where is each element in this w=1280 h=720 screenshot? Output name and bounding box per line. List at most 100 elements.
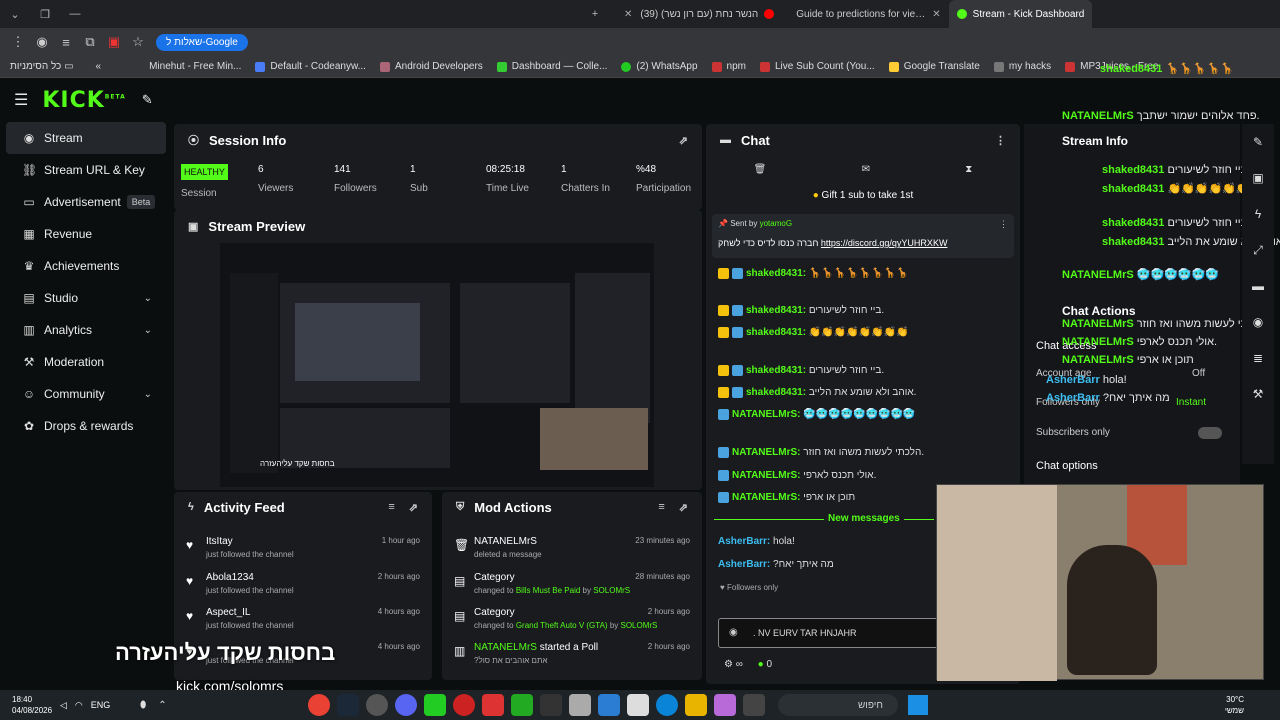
- bookmark-6[interactable]: Live Sub Count (You...: [760, 61, 875, 72]
- google-search-pill[interactable]: שאלות ל-Google: [156, 33, 248, 51]
- bookmark-8[interactable]: my hacks: [993, 61, 1051, 72]
- kick-logo[interactable]: KICKBETA: [42, 88, 125, 113]
- overlay-message: AsherBarr hola!: [1046, 374, 1127, 386]
- chat-icon[interactable]: ▬: [1242, 268, 1274, 304]
- discord-icon[interactable]: [394, 694, 417, 716]
- broadcast-icon[interactable]: ◉: [1242, 304, 1274, 340]
- sidebar-item-studio[interactable]: ▤ Studio ⌄: [6, 282, 166, 314]
- app-icon[interactable]: [452, 694, 475, 716]
- edge-icon[interactable]: [655, 694, 678, 716]
- filter-icon[interactable]: ≡: [388, 501, 394, 513]
- camera-icon[interactable]: ▣: [1242, 160, 1274, 196]
- discord-link[interactable]: https://discord.gg/qyYUHRXKW: [821, 238, 948, 248]
- sidebar-item-analytics[interactable]: ▥ Analytics ⌄: [6, 314, 166, 346]
- steam-icon[interactable]: [336, 694, 359, 716]
- app-icon[interactable]: [626, 694, 649, 716]
- bookmark-star-icon[interactable]: ☆: [126, 30, 150, 54]
- lightning-icon[interactable]: ϟ: [1242, 196, 1274, 232]
- filter-icon[interactable]: ≡: [658, 501, 664, 513]
- more-icon[interactable]: ⋮: [995, 134, 1006, 147]
- bookmark-0[interactable]: Minehut - Free Min...: [149, 61, 241, 72]
- reading-list-icon[interactable]: ≡: [54, 30, 78, 54]
- app-icon[interactable]: [568, 694, 591, 716]
- play-icon[interactable]: [423, 694, 446, 716]
- extension-icon[interactable]: ▣: [102, 30, 126, 54]
- sidebar-item-achievements[interactable]: ♛ Achievements: [6, 250, 166, 282]
- bookmark-4[interactable]: (2) WhatsApp: [621, 61, 698, 72]
- broadcast-icon: ⦿: [188, 135, 199, 147]
- sidebar-item-moderation[interactable]: ⚒ Moderation: [6, 346, 166, 378]
- sidebar-item-revenue[interactable]: ▦ Revenue: [6, 218, 166, 250]
- analytics-icon: ▥: [23, 323, 35, 337]
- window-restore-icon[interactable]: ❐: [30, 0, 60, 28]
- mic-icon[interactable]: ⬮: [140, 700, 146, 711]
- list-icon[interactable]: ≣: [1242, 340, 1274, 376]
- extensions-icon[interactable]: ⧉: [78, 30, 102, 54]
- sidebar-item-drops[interactable]: ✿ Drops & rewards: [6, 410, 166, 442]
- stream-preview-video[interactable]: בחסות שקד עליהעזרה: [220, 243, 654, 487]
- popout-icon[interactable]: ⇗: [679, 134, 688, 147]
- app-icon[interactable]: [597, 694, 620, 716]
- ad-icon: ▭: [23, 195, 35, 209]
- hammer-icon[interactable]: ⚒: [1242, 376, 1274, 412]
- more-icon[interactable]: ⋮: [999, 219, 1008, 230]
- folder-icon: [993, 61, 1004, 72]
- bookmark-5[interactable]: npm: [711, 61, 746, 72]
- sidebar-item-stream[interactable]: ◉ Stream: [6, 122, 166, 154]
- sidebar-item-community[interactable]: ☺ Community ⌄: [6, 378, 166, 410]
- new-tab-icon[interactable]: +: [580, 0, 610, 28]
- tab-kick-dashboard[interactable]: Stream - Kick Dashboard: [948, 0, 1093, 28]
- pin-icon[interactable]: ✎: [142, 92, 153, 108]
- preview-overlay: [575, 273, 650, 423]
- tab-youtube[interactable]: ✕ (39) הנשר נחת (עם רון נשר): [610, 0, 788, 28]
- all-bookmarks[interactable]: כל הסימניות ▭: [10, 61, 74, 72]
- taskbar-search[interactable]: חיפוש: [778, 694, 898, 716]
- hourglass-icon[interactable]: ⧗: [965, 164, 972, 182]
- wifi-icon[interactable]: ◠: [75, 700, 83, 711]
- menu-dots-icon[interactable]: ⋮: [6, 30, 30, 54]
- close-icon[interactable]: ✕: [624, 9, 632, 20]
- close-icon[interactable]: ✕: [932, 9, 940, 20]
- subscribers-only-toggle[interactable]: [1198, 427, 1222, 439]
- app-icon[interactable]: [539, 694, 562, 716]
- broadcast-icon: ◉: [23, 131, 35, 145]
- profile-avatar[interactable]: ◉: [30, 30, 54, 54]
- trash-icon[interactable]: 🗑: [754, 164, 767, 182]
- popout-icon[interactable]: ⇗: [679, 501, 688, 514]
- excel-icon[interactable]: [510, 694, 533, 716]
- gift-banner[interactable]: ● Gift 1 sub to take 1st: [706, 190, 1020, 201]
- volume-icon[interactable]: ◁: [60, 700, 67, 711]
- expand-icon[interactable]: ⤢: [1242, 232, 1274, 268]
- points-icon: ●: [757, 659, 764, 670]
- edit-icon[interactable]: ✎: [1242, 124, 1274, 160]
- settings-icon[interactable]: ⚙ ∞: [724, 659, 743, 670]
- sidebar-item-advertisement[interactable]: ▭ Advertisement Beta: [6, 186, 166, 218]
- preview-sidebar: [230, 273, 278, 473]
- clock[interactable]: 18:40 04/08/2026: [0, 694, 60, 716]
- weather[interactable]: 30°C שמשי: [1225, 694, 1244, 716]
- obs-icon[interactable]: [365, 694, 388, 716]
- message-icon[interactable]: ✉: [862, 164, 870, 182]
- bookmark-7[interactable]: Google Translate: [888, 61, 980, 72]
- hamburger-menu-icon[interactable]: ☰: [14, 90, 28, 110]
- adobe-icon[interactable]: [481, 694, 504, 716]
- chrome-icon[interactable]: [307, 694, 330, 716]
- copilot-icon[interactable]: [713, 694, 736, 716]
- folder-icon[interactable]: [684, 694, 707, 716]
- emote-icon[interactable]: ◉: [729, 627, 738, 638]
- windows-start-icon[interactable]: [908, 695, 928, 715]
- chevron-left-icon[interactable]: «: [96, 61, 102, 72]
- sidebar-item-stream-url[interactable]: ⛓ Stream URL & Key: [6, 154, 166, 186]
- tab-search-icon[interactable]: ⌄: [0, 0, 30, 28]
- chevron-up-icon[interactable]: ⌃: [158, 700, 166, 711]
- tab-guide[interactable]: Guide to predictions for viewers ✕: [788, 0, 948, 28]
- app-icon[interactable]: [742, 694, 765, 716]
- preview-icon: ▣: [188, 220, 199, 233]
- popout-icon[interactable]: ⇗: [409, 501, 418, 514]
- beta-badge: Beta: [126, 195, 156, 209]
- minimize-icon[interactable]: —: [60, 0, 90, 28]
- bookmark-2[interactable]: Android Developers: [379, 61, 483, 72]
- mod-actions-header: ⛨ Mod Actions ≡ ⇗: [456, 499, 688, 515]
- bookmark-1[interactable]: Default - Codeanyw...: [255, 61, 366, 72]
- bookmark-3[interactable]: Dashboard — Colle...: [496, 61, 607, 72]
